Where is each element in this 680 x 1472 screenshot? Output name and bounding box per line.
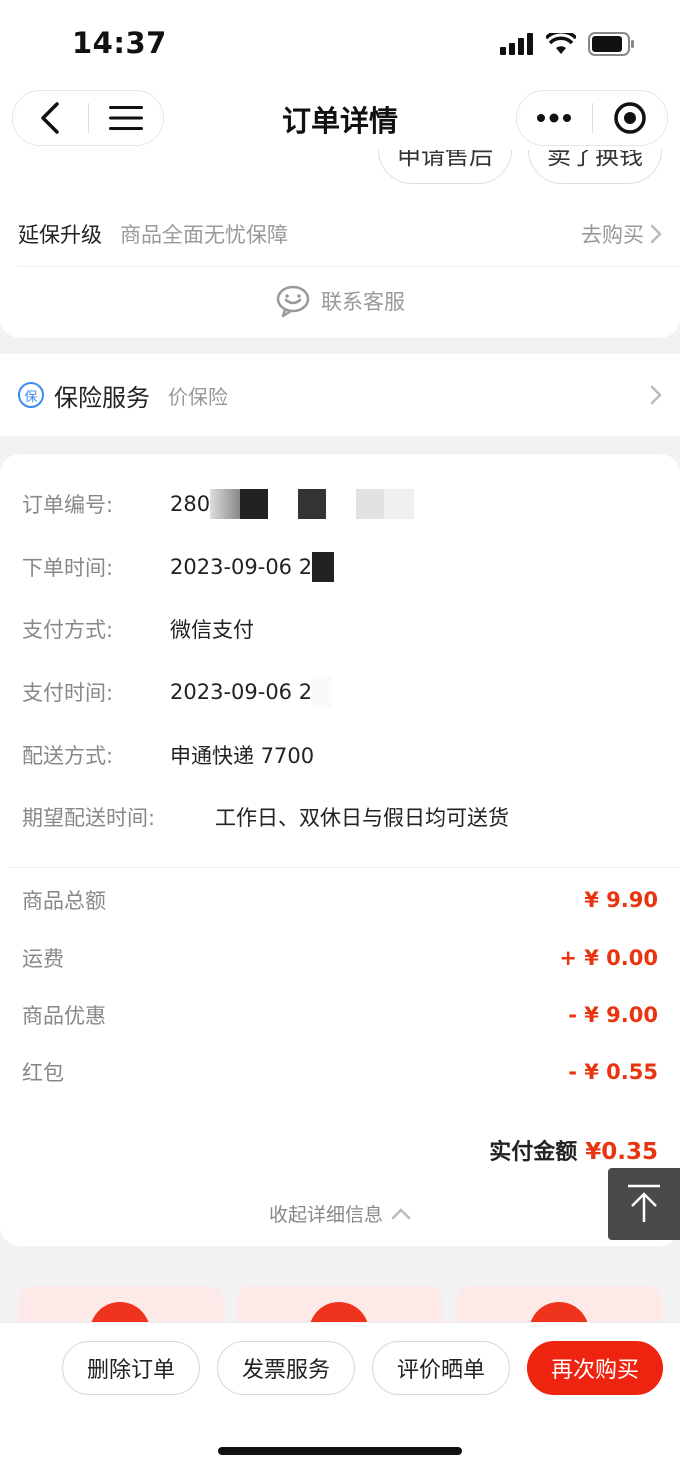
apply-after-sale-button[interactable]: 申请售后 <box>378 150 512 184</box>
insurance-badge-icon: 保 <box>18 382 44 408</box>
collapse-details-label: 收起详细信息 <box>268 1204 383 1226</box>
warranty-desc: 商品全面无忧保障 <box>120 223 288 247</box>
insurance-desc: 价保险 <box>168 384 228 409</box>
fee-value: - ¥ 0.55 <box>568 1060 658 1084</box>
delete-order-button[interactable]: 删除订单 <box>62 1341 200 1395</box>
chevron-right-icon <box>650 385 662 405</box>
privacy-mask <box>210 489 241 519</box>
fee-row-goods-total: 商品总额 ¥ 9.90 <box>22 882 658 918</box>
total-paid-row: 实付金额 ¥0.35 <box>489 1134 658 1166</box>
payment-method-value: 微信支付 <box>170 618 254 642</box>
more-button[interactable] <box>517 91 592 145</box>
chevron-right-icon <box>650 224 662 244</box>
delivery-method-row: 配送方式: 申通快递 7700 <box>22 737 314 773</box>
close-miniprogram-button[interactable] <box>593 91 668 145</box>
payment-method-row: 支付方式: 微信支付 <box>22 611 254 647</box>
delivery-method-value: 申通快递 7700 <box>170 744 315 768</box>
signal-icon <box>500 33 533 55</box>
order-number-row: 订单编号: 280 <box>22 486 415 522</box>
delivery-method-label: 配送方式: <box>22 744 114 768</box>
privacy-mask <box>326 489 357 519</box>
fee-value: - ¥ 9.00 <box>568 1003 658 1027</box>
order-info-card: 订单编号: 280 下单时间: 2023-09-06 2 支付方式: 微信支付 … <box>0 454 680 1246</box>
fee-row-discount: 商品优惠 - ¥ 9.00 <box>22 997 658 1033</box>
privacy-mask <box>384 489 415 519</box>
wifi-icon <box>546 33 576 54</box>
buy-again-button[interactable]: 再次购买 <box>527 1341 663 1395</box>
sell-for-cash-button[interactable]: 卖了换钱 <box>528 150 662 184</box>
collapse-details-button[interactable]: 收起详细信息 <box>0 1200 680 1227</box>
more-dots-icon <box>537 113 572 123</box>
privacy-mask <box>268 489 299 519</box>
order-time-label: 下单时间: <box>22 556 114 580</box>
warranty-buy-label: 去购买 <box>581 223 644 247</box>
customer-service-icon <box>276 285 310 318</box>
chevron-up-icon <box>391 1207 411 1219</box>
fee-value: + ¥ 0.00 <box>559 946 658 970</box>
privacy-mask <box>312 677 333 707</box>
contact-service-button[interactable]: 联系客服 <box>0 284 680 318</box>
fee-value: ¥ 9.90 <box>584 888 658 912</box>
warranty-title: 延保升级 <box>18 223 102 247</box>
order-number-label: 订单编号: <box>22 493 114 517</box>
fee-label: 商品优惠 <box>22 1004 106 1028</box>
payment-method-label: 支付方式: <box>22 618 114 642</box>
divider <box>8 867 680 868</box>
fee-label: 红包 <box>22 1061 64 1085</box>
insurance-row[interactable]: 保 保险服务 价保险 <box>0 354 680 436</box>
privacy-mask <box>298 489 327 519</box>
contact-service-label: 联系客服 <box>321 290 405 314</box>
privacy-mask <box>240 489 269 519</box>
warranty-buy-link[interactable]: 去购买 <box>581 219 662 249</box>
status-icons <box>500 32 636 56</box>
privacy-mask <box>312 552 335 582</box>
payment-time-label: 支付时间: <box>22 681 114 705</box>
back-to-top-icon <box>628 1184 660 1222</box>
expected-delivery-row: 期望配送时间: 工作日、双休日与假日均可送货 <box>22 799 509 835</box>
expected-delivery-value: 工作日、双休日与假日均可送货 <box>215 806 509 830</box>
warranty-row[interactable]: 延保升级 商品全面无忧保障 去购买 <box>18 212 662 256</box>
payment-time-row: 支付时间: 2023-09-06 2 <box>22 674 333 710</box>
order-number-value: 280 <box>170 492 211 516</box>
fee-label: 商品总额 <box>22 889 106 913</box>
total-paid-value: ¥0.35 <box>585 1139 658 1165</box>
order-time-value: 2023-09-06 2 <box>170 555 313 579</box>
status-time: 14:37 <box>72 26 167 60</box>
target-icon <box>614 102 646 134</box>
payment-time-value: 2023-09-06 2 <box>170 680 313 704</box>
total-paid-label: 实付金额 <box>489 1140 578 1165</box>
home-indicator[interactable] <box>218 1447 462 1455</box>
bottom-action-bar: 删除订单 发票服务 评价晒单 再次购买 <box>0 1322 680 1472</box>
invoice-service-button[interactable]: 发票服务 <box>217 1341 355 1395</box>
battery-icon <box>588 32 634 56</box>
divider <box>18 266 680 267</box>
expected-delivery-label: 期望配送时间: <box>22 806 156 830</box>
nav-right-capsule <box>516 90 668 146</box>
order-time-row: 下单时间: 2023-09-06 2 <box>22 549 335 585</box>
privacy-mask <box>356 489 385 519</box>
fee-label: 运费 <box>22 947 64 971</box>
review-button[interactable]: 评价晒单 <box>372 1341 510 1395</box>
status-bar: 14:37 <box>0 0 680 88</box>
fee-row-shipping: 运费 + ¥ 0.00 <box>22 940 658 976</box>
back-to-top-button[interactable] <box>608 1168 680 1240</box>
nav-bar: 订单详情 <box>0 88 680 150</box>
insurance-title: 保险服务 <box>54 383 150 412</box>
after-sale-card: 申请售后 卖了换钱 延保升级 商品全面无忧保障 去购买 联系客服 <box>0 150 680 338</box>
fee-row-red-packet: 红包 - ¥ 0.55 <box>22 1054 658 1090</box>
